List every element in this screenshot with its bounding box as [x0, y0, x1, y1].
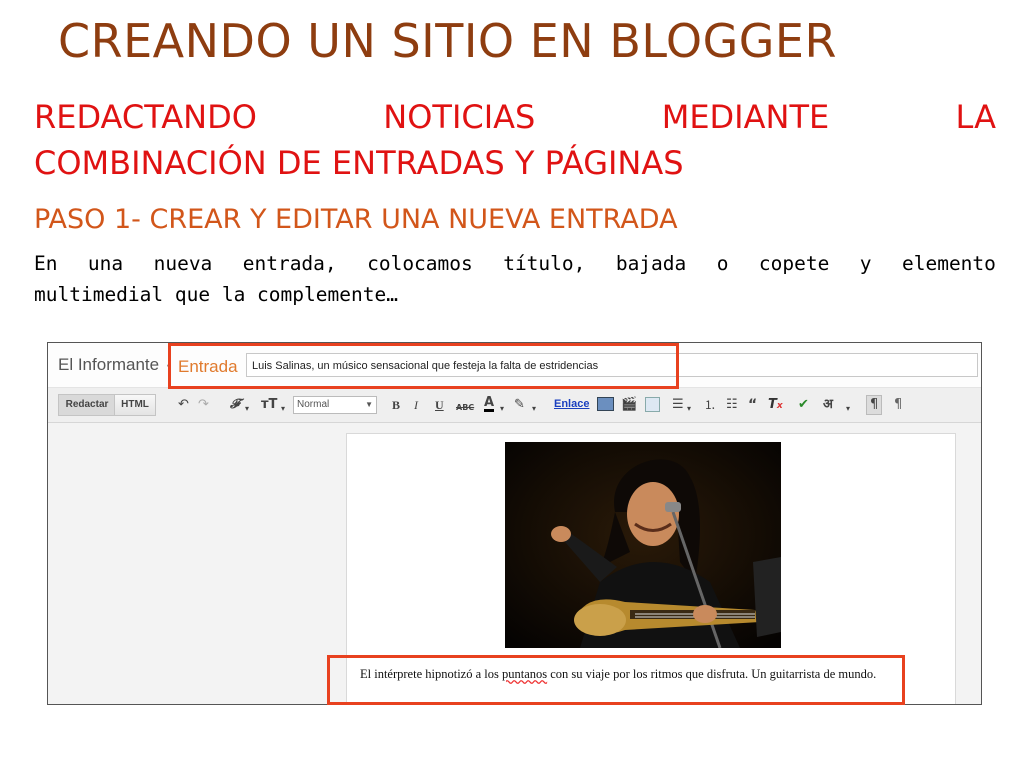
align-dropdown-icon[interactable]: ▾ — [687, 401, 691, 417]
input-tools-icon[interactable]: अ — [823, 397, 833, 413]
editor-toolbar: Redactar HTML ↶ ↷ 𝓕 ▾ тT ▾ Normal ▼ B I … — [48, 387, 981, 423]
slide-title: CREANDO UN SITIO EN BLOGGER — [58, 14, 837, 68]
blog-name[interactable]: El Informante — [58, 355, 159, 375]
caption-highlight-box — [327, 655, 905, 705]
body-word: colocamos — [367, 252, 473, 275]
quote-icon[interactable]: “ — [748, 397, 757, 413]
post-photo[interactable] — [505, 442, 781, 648]
highlight-color-icon[interactable]: ✎ — [514, 397, 525, 413]
step-heading: PASO 1- CREAR Y EDITAR UNA NUEVA ENTRADA — [34, 204, 678, 235]
subtitle-word: REDACTANDO — [34, 98, 257, 136]
body-word: elemento — [901, 252, 996, 275]
paragraph-style-select[interactable]: Normal ▼ — [293, 396, 377, 414]
subtitle-word: LA — [955, 98, 996, 136]
clear-formatting-icon[interactable]: Tx — [768, 397, 783, 414]
bold-icon[interactable]: B — [392, 397, 400, 413]
body-line-2: multimedial que la complemente… — [34, 283, 398, 306]
text-color-icon[interactable]: A — [484, 396, 495, 412]
body-word: entrada, — [242, 252, 337, 275]
body-word: copete — [758, 252, 830, 275]
italic-icon[interactable]: I — [414, 397, 418, 413]
body-word: bajada — [615, 252, 687, 275]
strikethrough-icon[interactable]: ABC — [456, 400, 474, 416]
font-family-dropdown-icon[interactable]: ▾ — [245, 401, 249, 417]
ltr-direction-icon[interactable]: ¶ — [866, 395, 883, 415]
compose-mode-button[interactable]: Redactar — [58, 394, 116, 416]
body-word: nueva — [153, 252, 213, 275]
body-text: En una nueva entrada, colocamos título, … — [34, 248, 996, 310]
body-word: En — [34, 252, 58, 275]
title-highlight-box — [168, 343, 679, 389]
body-word: título, — [503, 252, 586, 275]
undo-icon[interactable]: ↶ — [178, 397, 189, 413]
subtitle-line-1: REDACTANDO NOTICIAS MEDIANTE LA — [34, 94, 996, 140]
font-size-icon[interactable]: тT — [261, 397, 277, 413]
redo-icon[interactable]: ↷ — [198, 397, 209, 413]
body-word: y — [859, 252, 872, 275]
body-word: o — [716, 252, 729, 275]
subtitle-line-2: COMBINACIÓN DE ENTRADAS Y PÁGINAS — [34, 144, 684, 182]
blogger-editor-screenshot: El Informante · Entrada Luis Salinas, un… — [47, 342, 982, 705]
body-line-1: En una nueva entrada, colocamos título, … — [34, 248, 996, 279]
font-family-icon[interactable]: 𝓕 — [230, 397, 240, 413]
spellcheck-icon[interactable]: ✔ — [798, 397, 809, 413]
text-color-dropdown-icon[interactable]: ▾ — [500, 401, 504, 417]
align-icon[interactable]: ☰ — [672, 397, 684, 413]
rtl-direction-icon[interactable]: ¶ — [894, 397, 902, 413]
body-word: una — [87, 252, 124, 275]
html-mode-button[interactable]: HTML — [114, 394, 156, 416]
insert-video-icon[interactable]: 🎬 — [621, 397, 637, 413]
underline-icon[interactable]: U — [435, 397, 444, 413]
highlight-dropdown-icon[interactable]: ▾ — [532, 401, 536, 417]
input-tools-dropdown-icon[interactable]: ▾ — [846, 401, 850, 417]
insert-image-icon[interactable] — [597, 397, 614, 411]
chevron-down-icon: ▼ — [365, 400, 373, 409]
insert-link-button[interactable]: Enlace — [554, 398, 589, 410]
subtitle-word: NOTICIAS — [383, 98, 536, 136]
font-size-dropdown-icon[interactable]: ▾ — [281, 401, 285, 417]
numbered-list-icon[interactable]: ⒈ — [704, 397, 716, 413]
paragraph-style-value: Normal — [297, 399, 330, 410]
bullet-list-icon[interactable]: ☷ — [726, 397, 738, 413]
subtitle-word: MEDIANTE — [661, 98, 830, 136]
jump-break-icon[interactable] — [645, 397, 660, 412]
slide-subtitle: REDACTANDO NOTICIAS MEDIANTE LA COMBINAC… — [34, 94, 996, 186]
